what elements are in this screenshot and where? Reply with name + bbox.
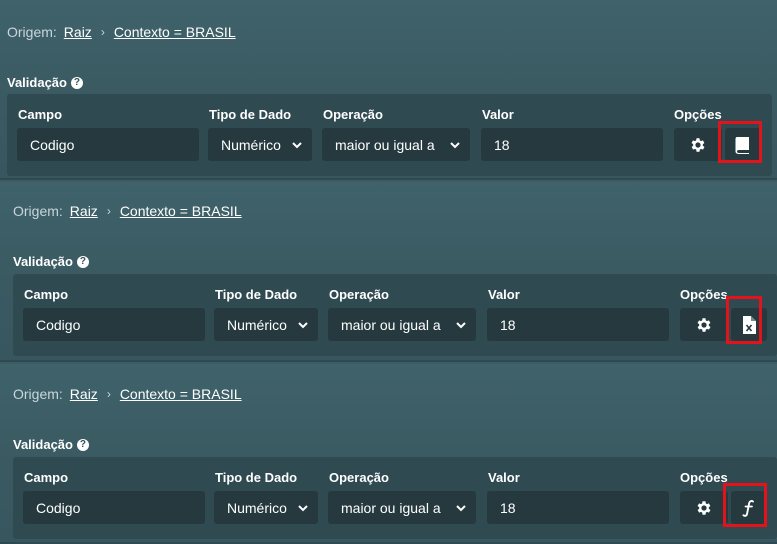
gear-icon: [697, 317, 711, 332]
validation-row: Campo Tipo de Dado Operação Valor Opções…: [13, 457, 777, 539]
chevron-down-icon: [298, 321, 308, 328]
validation-panel-2: Origem: Raiz › Contexto = BRASIL Validaç…: [0, 182, 777, 362]
chevron-down-icon: [456, 321, 466, 328]
tipo-select[interactable]: Numérico: [214, 491, 318, 524]
function-icon: [742, 499, 754, 517]
breadcrumb-separator: ›: [100, 25, 105, 39]
column-header-campo: Campo: [24, 287, 69, 302]
column-header-opcoes: Opções: [680, 287, 728, 302]
column-header-campo: Campo: [18, 107, 63, 122]
column-header-tipo: Tipo de Dado: [215, 470, 298, 485]
column-header-valor: Valor: [488, 287, 520, 302]
script-button[interactable]: [725, 128, 761, 161]
breadcrumb-label: Origem:: [13, 386, 63, 402]
campo-input[interactable]: Codigo: [23, 491, 205, 524]
section-title-text: Validação: [13, 437, 73, 452]
column-header-valor: Valor: [482, 107, 514, 122]
column-header-campo: Campo: [24, 470, 69, 485]
section-title-text: Validação: [7, 75, 67, 90]
column-header-operacao: Operação: [329, 287, 389, 302]
chevron-down-icon: [292, 141, 302, 148]
breadcrumb-context-link[interactable]: Contexto = BRASIL: [114, 24, 236, 40]
column-header-opcoes: Opções: [674, 107, 722, 122]
column-header-valor: Valor: [488, 470, 520, 485]
excel-button[interactable]: [731, 308, 767, 341]
valor-input[interactable]: 18: [481, 128, 663, 161]
column-header-tipo: Tipo de Dado: [209, 107, 292, 122]
breadcrumb-label: Origem:: [13, 203, 63, 219]
operacao-select-value: maior ou igual a: [335, 136, 435, 153]
breadcrumb: Origem: Raiz › Contexto = BRASIL: [7, 24, 236, 40]
gear-icon: [691, 137, 705, 152]
column-header-operacao: Operação: [329, 470, 389, 485]
question-circle-icon[interactable]: ?: [76, 255, 89, 268]
valor-input[interactable]: 18: [487, 491, 669, 524]
section-title: Validação ?: [7, 75, 83, 90]
question-circle-icon[interactable]: ?: [76, 438, 89, 451]
column-header-opcoes: Opções: [680, 470, 728, 485]
operacao-select-value: maior ou igual a: [341, 499, 441, 516]
section-title-text: Validação: [13, 254, 73, 269]
operacao-select[interactable]: maior ou igual a: [328, 308, 476, 341]
validation-row: Campo Tipo de Dado Operação Valor Opções…: [7, 94, 772, 176]
breadcrumb-separator: ›: [106, 387, 111, 401]
tipo-select-value: Numérico: [227, 499, 287, 516]
breadcrumb: Origem: Raiz › Contexto = BRASIL: [13, 386, 242, 402]
breadcrumb-separator: ›: [106, 204, 111, 218]
tipo-select[interactable]: Numérico: [214, 308, 318, 341]
breadcrumb-context-link[interactable]: Contexto = BRASIL: [120, 203, 242, 219]
settings-button[interactable]: [680, 491, 728, 524]
chevron-down-icon: [456, 504, 466, 511]
breadcrumb-context-link[interactable]: Contexto = BRASIL: [120, 386, 242, 402]
breadcrumb-root-link[interactable]: Raiz: [70, 203, 98, 219]
operacao-select[interactable]: maior ou igual a: [322, 128, 470, 161]
breadcrumb-root-link[interactable]: Raiz: [64, 24, 92, 40]
tipo-select[interactable]: Numérico: [208, 128, 312, 161]
campo-input[interactable]: Codigo: [23, 308, 205, 341]
breadcrumb-label: Origem:: [7, 24, 57, 40]
gear-icon: [697, 500, 711, 515]
breadcrumb-root-link[interactable]: Raiz: [70, 386, 98, 402]
question-circle-icon[interactable]: ?: [70, 76, 83, 89]
validation-row: Campo Tipo de Dado Operação Valor Opções…: [13, 274, 777, 356]
validation-panel-1: Origem: Raiz › Contexto = BRASIL Validaç…: [0, 0, 777, 180]
validation-panel-3: Origem: Raiz › Contexto = BRASIL Validaç…: [0, 364, 777, 544]
settings-button[interactable]: [680, 308, 728, 341]
column-header-operacao: Operação: [323, 107, 383, 122]
campo-input[interactable]: Codigo: [17, 128, 199, 161]
chevron-down-icon: [298, 504, 308, 511]
excel-file-icon: [743, 315, 756, 334]
tipo-select-value: Numérico: [221, 136, 281, 153]
function-button[interactable]: [731, 491, 767, 524]
valor-input[interactable]: 18: [487, 308, 669, 341]
operacao-select-value: maior ou igual a: [341, 316, 441, 333]
section-title: Validação ?: [13, 437, 89, 452]
chevron-down-icon: [450, 141, 460, 148]
tipo-select-value: Numérico: [227, 316, 287, 333]
settings-button[interactable]: [674, 128, 722, 161]
document-scroll-icon: [735, 136, 749, 154]
column-header-tipo: Tipo de Dado: [215, 287, 298, 302]
breadcrumb: Origem: Raiz › Contexto = BRASIL: [13, 203, 242, 219]
section-title: Validação ?: [13, 254, 89, 269]
operacao-select[interactable]: maior ou igual a: [328, 491, 476, 524]
